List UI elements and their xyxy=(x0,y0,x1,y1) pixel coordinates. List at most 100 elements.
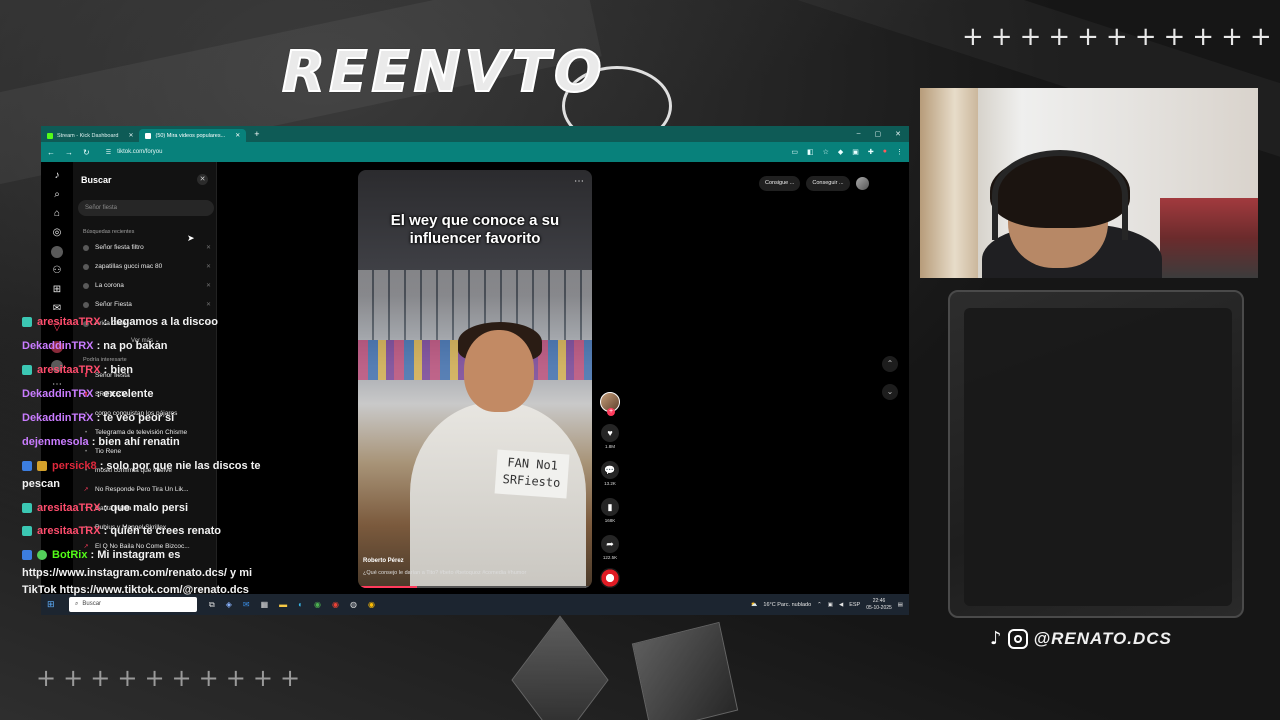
new-tab-button[interactable]: + xyxy=(246,129,267,139)
windows-start-icon[interactable]: ⊞ xyxy=(47,599,61,610)
search-icon[interactable]: ⌕ xyxy=(51,189,63,201)
curtain xyxy=(920,88,978,278)
weather-icon[interactable]: ⛅ xyxy=(751,602,758,608)
video-more-icon[interactable]: ⋯ xyxy=(574,176,584,187)
cast-icon[interactable]: ▭ xyxy=(791,148,798,156)
url-field[interactable]: ☰ tiktok.com/foryou xyxy=(106,149,163,156)
history-icon xyxy=(83,282,89,289)
network-icon[interactable]: ▣ xyxy=(828,602,833,608)
remove-icon[interactable]: ✕ xyxy=(206,282,211,289)
tab-kick-dashboard[interactable]: Stream - Kick Dashboard ✕ xyxy=(41,129,139,142)
history-icon xyxy=(83,244,89,251)
copilot-icon[interactable]: ◈ xyxy=(226,600,232,610)
chat-username: BotRix xyxy=(52,549,88,561)
clock[interactable]: 22:46 05-10-2025 xyxy=(866,598,892,612)
chrome-profile-icon[interactable]: ◉ xyxy=(332,600,339,610)
live-icon[interactable] xyxy=(51,246,63,258)
chat-badge-icon xyxy=(22,317,32,328)
edge-icon[interactable]: ◐ xyxy=(298,600,303,610)
extension-icon[interactable]: ▣ xyxy=(852,148,859,156)
following-icon[interactable]: ⚇ xyxy=(51,265,63,277)
next-video-button[interactable]: ⌄ xyxy=(882,384,898,400)
outlook-icon[interactable]: ✉ xyxy=(243,600,250,610)
bookmark-star-icon[interactable]: ☆ xyxy=(823,148,829,156)
system-tray: ⛅ 16°C Parc. nublado ⌃ ▣ ◀ ESP 22:46 05-… xyxy=(751,598,909,612)
chat-message: DekaddinTRX : excelente xyxy=(22,386,274,404)
notifications-icon[interactable]: ▤ xyxy=(898,602,903,608)
menu-icon[interactable]: ⋮ xyxy=(896,148,903,156)
obs-icon[interactable]: ◍ xyxy=(350,600,357,610)
language-indicator[interactable]: ESP xyxy=(849,602,860,608)
task-view-icon[interactable]: ⧉ xyxy=(209,600,215,610)
creator-avatar[interactable]: + xyxy=(600,392,620,416)
chat-message: DekaddinTRX : te veo peor si xyxy=(22,410,274,428)
video-player[interactable]: FAN No1 SRFiesto El wey que conoce a su i… xyxy=(358,170,592,588)
reload-icon[interactable]: ↻ xyxy=(83,148,90,157)
top-right-actions: Consigue ... Conseguir ... xyxy=(759,176,869,191)
translate-icon[interactable]: ◧ xyxy=(807,148,814,156)
maximize-button[interactable]: ▢ xyxy=(875,130,882,138)
close-tab-icon[interactable]: ✕ xyxy=(118,132,133,139)
close-tab-icon[interactable]: ✕ xyxy=(225,132,240,139)
chat-badge-icon xyxy=(22,461,32,472)
comment-button[interactable]: 💬 xyxy=(601,461,619,479)
recent-search-item[interactable]: Señor Fiesta ✕ xyxy=(83,295,211,314)
video-description[interactable]: ¿Qué consejo le darían a Tito? #beto #be… xyxy=(363,570,589,576)
chat-inner xyxy=(964,308,1232,606)
recent-search-label: La corona xyxy=(95,282,124,289)
tab-tiktok[interactable]: (50) Mira videos populares... ✕ xyxy=(139,129,247,142)
tiktok-logo-icon[interactable]: ♪ xyxy=(51,170,63,182)
chat-badge-icon xyxy=(22,526,32,537)
recent-search-item[interactable]: zapatillas gucci mac 80 ✕ xyxy=(83,257,211,276)
video-author[interactable]: Roberto Pérez xyxy=(363,558,404,564)
get-app-button[interactable]: Conseguir ... xyxy=(806,176,850,191)
profile-icon[interactable]: ● xyxy=(883,148,887,156)
chat-message: aresitaaTRX : quién te crees renato xyxy=(22,523,274,541)
follow-plus-icon[interactable]: + xyxy=(607,408,615,416)
remove-icon[interactable]: ✕ xyxy=(206,263,211,270)
share-button[interactable]: ➦ xyxy=(601,535,619,553)
history-icon xyxy=(83,263,89,270)
headset-icon xyxy=(992,150,1128,240)
chrome-icon[interactable]: ◉ xyxy=(314,600,321,610)
instagram-icon xyxy=(1007,628,1028,649)
site-info-icon[interactable]: ☰ xyxy=(106,149,111,156)
puzzle-icon[interactable]: ✚ xyxy=(868,148,874,156)
upload-icon[interactable]: ⊞ xyxy=(51,284,63,296)
chat-username: aresitaaTRX xyxy=(37,525,101,537)
remove-icon[interactable]: ✕ xyxy=(206,244,211,251)
channel-logo: REENVTO xyxy=(281,39,702,146)
tray-chevron-icon[interactable]: ⌃ xyxy=(817,602,822,608)
close-window-button[interactable]: ✕ xyxy=(895,130,901,138)
back-icon[interactable]: ← xyxy=(47,148,55,157)
user-avatar[interactable] xyxy=(855,177,869,190)
extension-icon[interactable]: ◆ xyxy=(838,148,843,156)
calendar-icon[interactable]: ▦ xyxy=(261,600,269,610)
clock-time: 22:46 xyxy=(872,597,886,604)
decorative-crosses: ++++++++++ xyxy=(36,664,308,692)
get-coins-button[interactable]: Consigue ... xyxy=(759,176,801,191)
volume-icon[interactable]: ◀ xyxy=(839,602,843,608)
home-icon[interactable]: ⌂ xyxy=(51,208,63,220)
compass-icon[interactable]: ◎ xyxy=(51,227,63,239)
file-explorer-icon[interactable]: ▬ xyxy=(279,600,287,610)
like-button[interactable]: ♥ xyxy=(601,424,619,442)
weather-text[interactable]: 16°C Parc. nublado xyxy=(763,602,811,608)
chrome-active-icon[interactable]: ◉ xyxy=(368,600,375,610)
video-progress-bar[interactable] xyxy=(358,586,592,588)
chat-badge-icon xyxy=(22,365,32,376)
music-disc-icon[interactable] xyxy=(600,568,620,588)
recent-search-label: Señor Fiesta xyxy=(95,301,132,308)
tab-label: (50) Mira videos populares... xyxy=(155,132,226,139)
chat-text: : excelente xyxy=(93,388,154,400)
forward-icon[interactable]: → xyxy=(65,148,73,157)
search-input[interactable]: Señor fiesta xyxy=(78,200,214,216)
save-button[interactable]: ▮ xyxy=(601,498,619,516)
recent-search-item[interactable]: La corona ✕ xyxy=(83,276,211,295)
chat-username: dejenmesola xyxy=(22,436,89,448)
chat-text: : te veo peor si xyxy=(93,412,175,424)
minimize-button[interactable]: – xyxy=(857,130,861,138)
close-panel-button[interactable]: ✕ xyxy=(197,174,208,185)
previous-video-button[interactable]: ⌃ xyxy=(882,356,898,372)
remove-icon[interactable]: ✕ xyxy=(206,301,211,308)
